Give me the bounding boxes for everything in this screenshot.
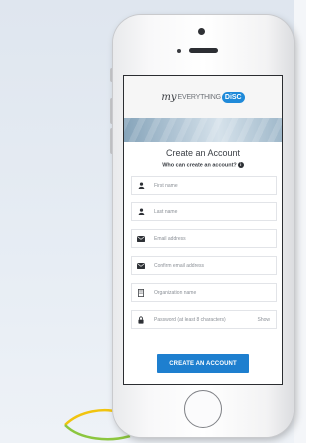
app-header: my EVERYTHING DiSC [124, 76, 282, 118]
person-icon [135, 182, 147, 189]
myeverythingdisc-logo: my EVERYTHING DiSC [161, 90, 245, 104]
logo-everything-text: EVERYTHING [177, 93, 222, 101]
password-field[interactable]: Password (at least 8 characters) Show [131, 310, 277, 329]
first-name-field[interactable]: First name [131, 176, 277, 195]
who-can-create-link[interactable]: Who can create an account? i [124, 162, 282, 168]
envelope-icon [135, 262, 147, 269]
logo-my-text: my [161, 91, 177, 103]
create-account-button[interactable]: CREATE AN ACCOUNT [157, 354, 249, 373]
envelope-icon [135, 235, 147, 242]
organization-placeholder[interactable]: Organization name [154, 290, 276, 296]
organization-field[interactable]: Organization name [131, 283, 277, 302]
camera-icon [198, 28, 205, 35]
hero-banner [124, 118, 282, 142]
logo-disc-badge: DiSC [221, 91, 245, 103]
last-name-placeholder[interactable]: Last name [154, 209, 276, 215]
proximity-sensor [177, 49, 181, 53]
background-edge [294, 0, 306, 443]
home-button[interactable] [184, 390, 222, 428]
who-can-create-text[interactable]: Who can create an account? [162, 162, 237, 168]
speaker-grille [189, 48, 218, 53]
info-icon[interactable]: i [237, 162, 244, 168]
phone-device: my EVERYTHING DiSC Create an Account Who… [113, 15, 294, 437]
email-placeholder[interactable]: Email address [154, 236, 276, 242]
confirm-email-field[interactable]: Confirm email address [131, 256, 277, 275]
person-icon [135, 208, 147, 215]
phone-screen: my EVERYTHING DiSC Create an Account Who… [123, 75, 283, 385]
confirm-email-placeholder[interactable]: Confirm email address [154, 263, 276, 269]
create-account-form: Create an Account Who can create an acco… [124, 142, 282, 384]
last-name-field[interactable]: Last name [131, 202, 277, 221]
email-field[interactable]: Email address [131, 229, 277, 248]
first-name-placeholder[interactable]: First name [154, 183, 276, 189]
password-placeholder[interactable]: Password (at least 8 characters) [154, 317, 257, 323]
building-icon [135, 288, 147, 297]
form-title: Create an Account [165, 148, 241, 158]
lock-icon [135, 316, 147, 324]
show-password-toggle[interactable]: Show [257, 317, 270, 323]
